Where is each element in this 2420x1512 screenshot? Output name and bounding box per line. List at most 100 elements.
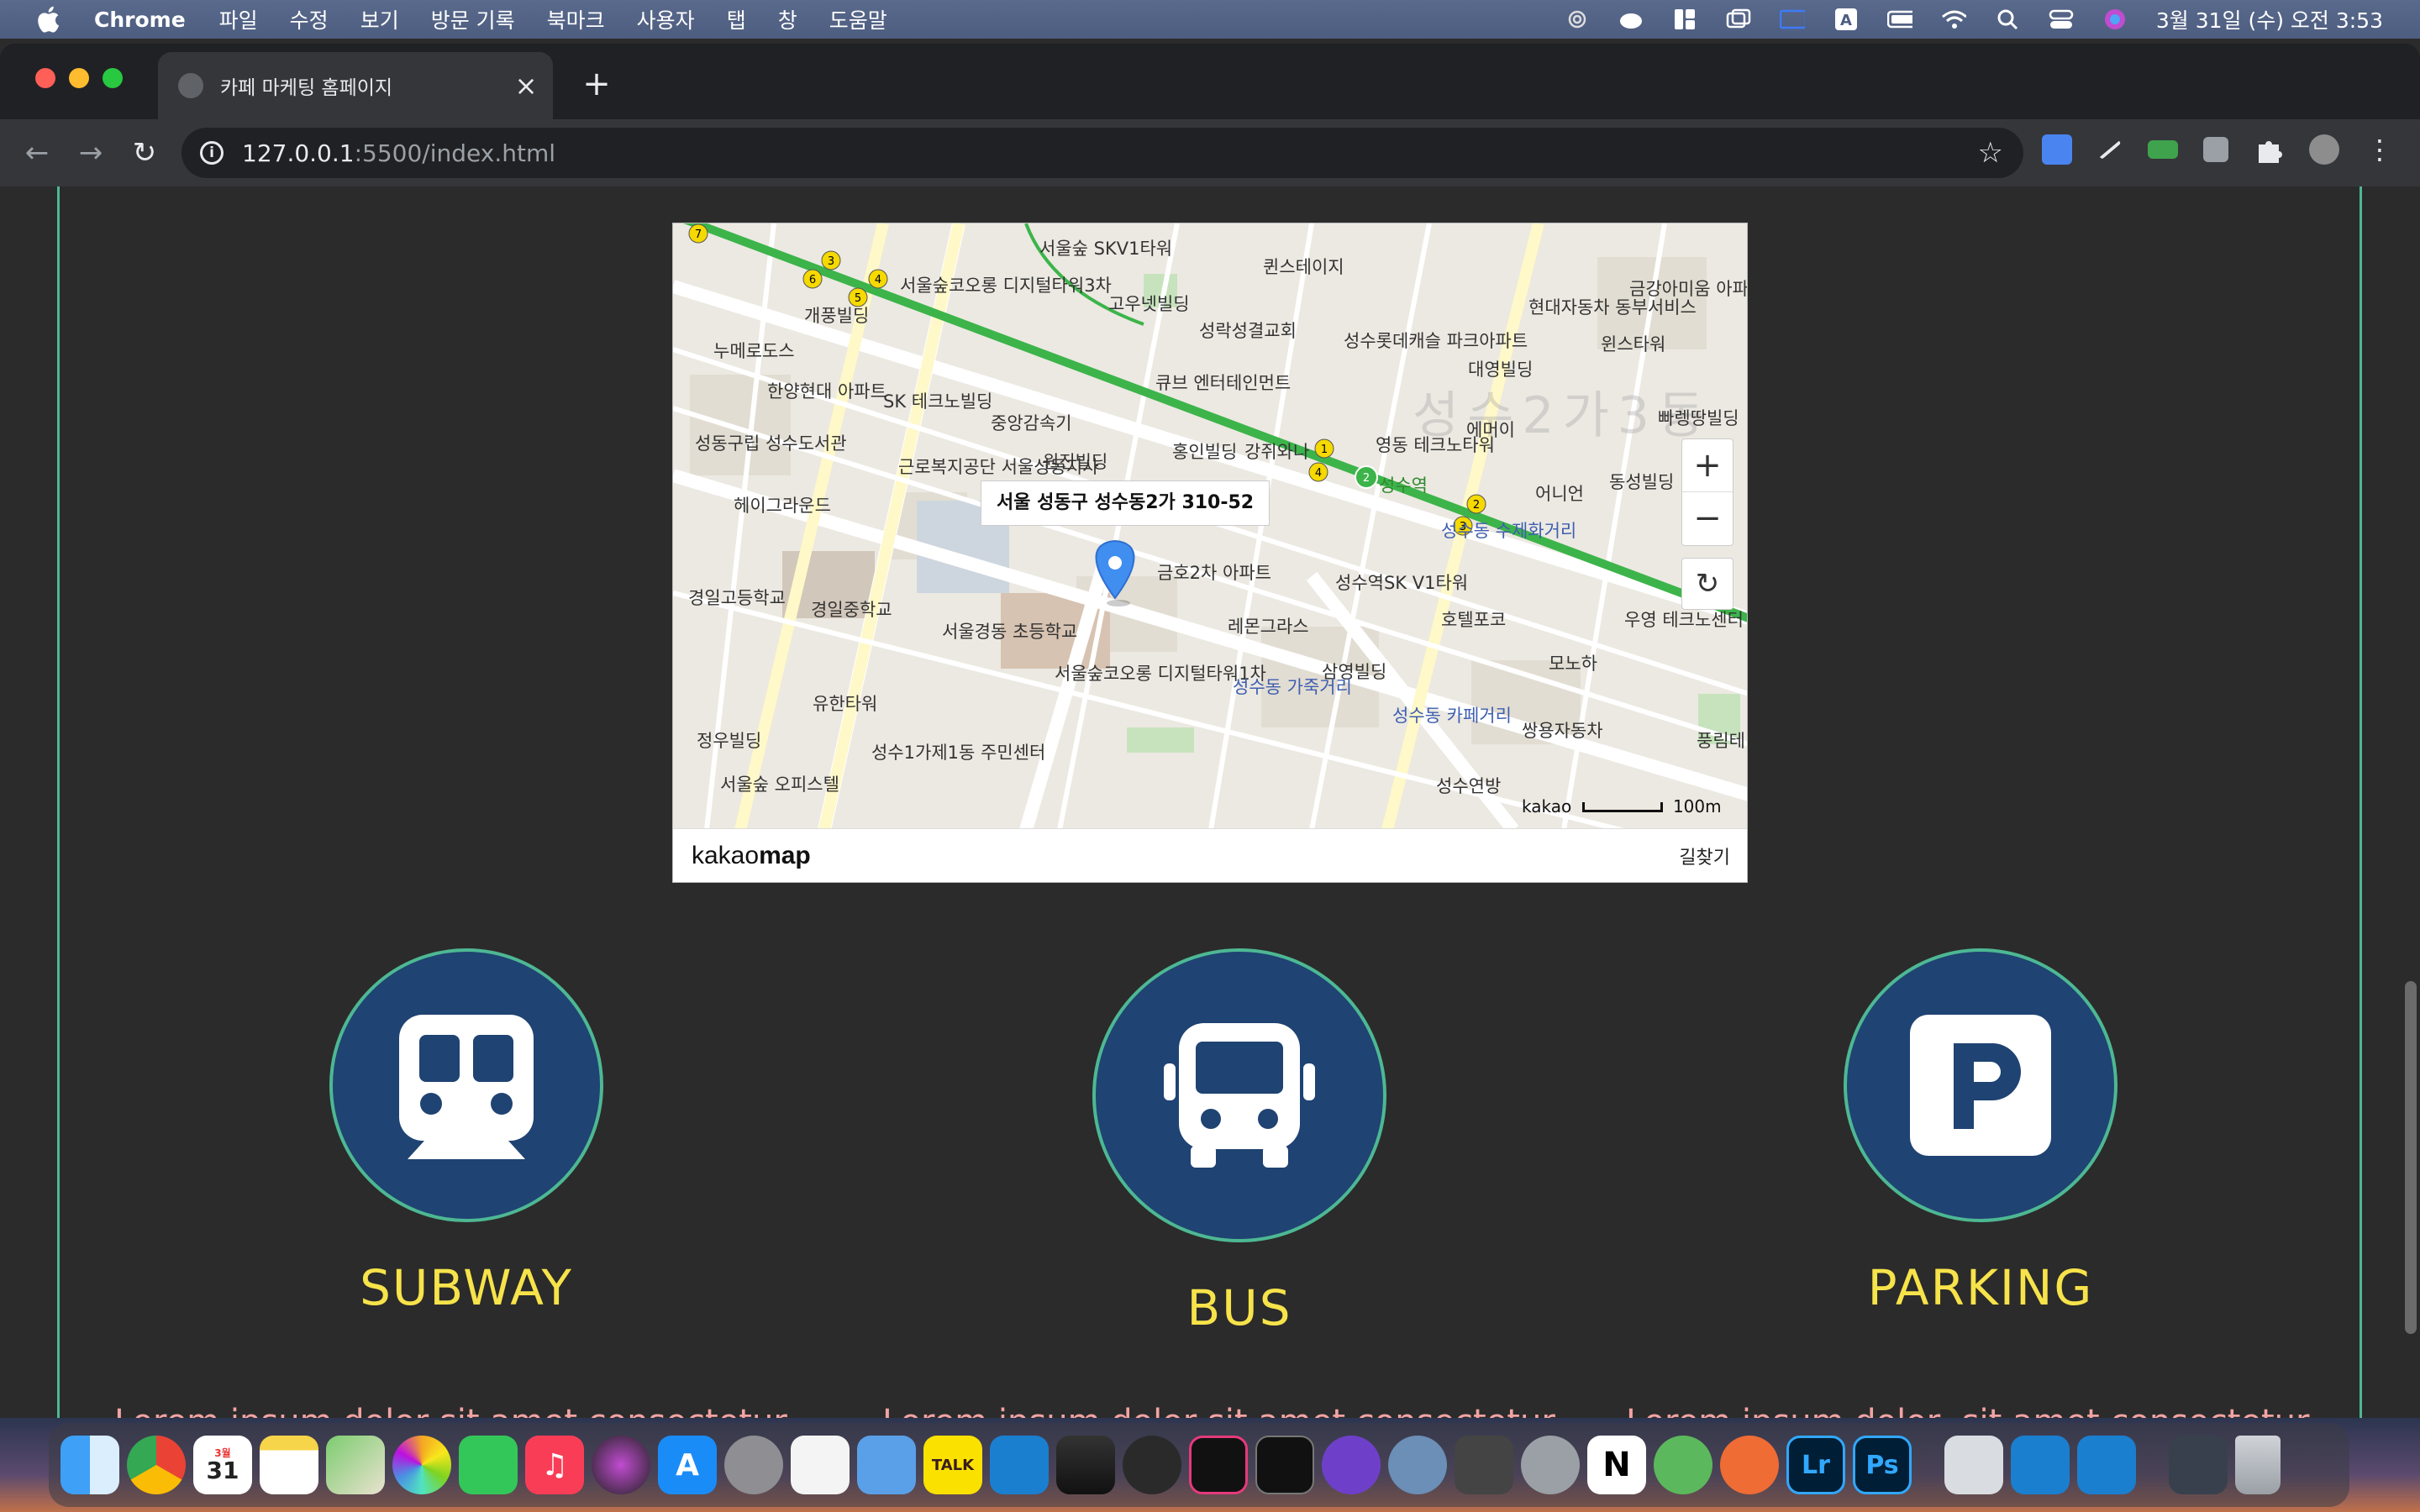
user-icon[interactable]	[1618, 8, 1644, 30]
control-center-icon[interactable]	[2049, 8, 2074, 30]
system-preferences-icon[interactable]	[724, 1436, 783, 1494]
chrome-menu-icon[interactable]: ⋮	[2365, 134, 2395, 165]
screen-mirror-icon[interactable]	[1726, 8, 1751, 30]
wifi-icon[interactable]	[1941, 8, 1966, 30]
zoom-out-button[interactable]: −	[1682, 492, 1733, 545]
puzzle-extensions-icon[interactable]	[2254, 134, 2284, 165]
url-host: 127.0.0.1	[242, 139, 355, 167]
calendar-icon[interactable]: 3월 31	[193, 1436, 252, 1494]
preview-icon[interactable]	[1944, 1436, 2003, 1494]
map-label: 성락성결교회	[1199, 321, 1297, 341]
page-scrollbar[interactable]	[2405, 981, 2417, 1334]
new-tab-button[interactable]: +	[580, 67, 613, 101]
siri-icon[interactable]	[592, 1436, 650, 1494]
chrome-icon[interactable]	[127, 1436, 186, 1494]
close-window-button[interactable]	[35, 68, 55, 88]
address-infowindow[interactable]: 서울 성동구 성수동2가 310-52	[981, 480, 1270, 526]
address-bar[interactable]: i 127.0.0.1 :5500/index.html ☆	[182, 128, 2023, 178]
feature-title-subway: SUBWAY	[360, 1259, 573, 1316]
minimize-window-button[interactable]	[69, 68, 89, 88]
map-label: 유한타워	[813, 694, 878, 714]
input-a-icon[interactable]: A	[1833, 8, 1859, 30]
lightroom-icon[interactable]: Lr	[1786, 1436, 1845, 1494]
davinci-icon[interactable]	[1123, 1436, 1181, 1494]
app-store-icon[interactable]: A	[658, 1436, 717, 1494]
photoshop-icon[interactable]: Ps	[1853, 1436, 1912, 1494]
notes-icon[interactable]	[260, 1436, 318, 1494]
kakao-map[interactable]: 7 6 3 4 5 1 4 2 2 3 성수2가3동 서울숲 SKV1타워 퀸스…	[672, 223, 1748, 883]
map-label: 원진빌딩	[1043, 452, 1108, 472]
safari-icon[interactable]	[1388, 1436, 1447, 1494]
cloud-icon[interactable]	[1565, 8, 1590, 30]
iterm-icon[interactable]	[1189, 1436, 1248, 1494]
menu-edit[interactable]: 수정	[290, 4, 329, 34]
kakaotalk-icon[interactable]: TALK	[923, 1436, 982, 1494]
photos-icon[interactable]	[392, 1436, 451, 1494]
widgets-icon[interactable]	[1672, 8, 1697, 30]
subway-icon-circle	[329, 948, 603, 1222]
menu-app-name[interactable]: Chrome	[94, 8, 186, 32]
site-info-icon[interactable]: i	[200, 141, 224, 165]
zoom-in-button[interactable]: +	[1682, 439, 1733, 492]
finder-window-icon[interactable]	[2169, 1436, 2228, 1494]
xcode-icon[interactable]	[1455, 1436, 1513, 1494]
profile-avatar[interactable]	[2309, 134, 2339, 165]
siri-icon[interactable]	[2102, 8, 2128, 30]
svg-text:6: 6	[809, 274, 816, 286]
map-label: 성수롯데캐슬 파크아파트	[1344, 331, 1528, 351]
map-reset-button[interactable]: ↻	[1681, 558, 1733, 610]
vscode-icon-3[interactable]	[2077, 1436, 2136, 1494]
facetime-icon[interactable]	[459, 1436, 518, 1494]
screen-extension-icon[interactable]	[2148, 140, 2178, 159]
parking-icon	[1910, 1015, 2051, 1156]
menu-bookmarks[interactable]: 북마크	[547, 4, 605, 34]
menu-view[interactable]: 보기	[360, 4, 399, 34]
map-label: 대영빌딩	[1468, 360, 1534, 380]
tab-cafe-marketing[interactable]: 카페 마케팅 홈페이지 ×	[158, 52, 553, 119]
menubar-clock[interactable]: 3월 31일 (수) 오전 3:53	[2156, 4, 2383, 34]
map-scale: kakao 100m	[1522, 796, 1722, 816]
apple-menu-icon[interactable]	[34, 3, 66, 35]
maps-icon[interactable]	[326, 1436, 385, 1494]
menu-window[interactable]: 창	[778, 4, 797, 34]
google-translate-icon[interactable]	[2042, 134, 2072, 165]
menu-help[interactable]: 도움말	[829, 4, 887, 34]
github-icon[interactable]	[1322, 1436, 1381, 1494]
vscode-icon[interactable]	[990, 1436, 1049, 1494]
music-icon[interactable]: ♫	[525, 1436, 584, 1494]
terminal-icon[interactable]	[1255, 1436, 1314, 1494]
browser-toolbar: ← → ↻ i 127.0.0.1 :5500/index.html ☆ ⋮	[0, 119, 2420, 186]
battery-icon[interactable]	[1886, 8, 1912, 30]
tab-close-icon[interactable]: ×	[509, 69, 543, 102]
map-label: 서울경동 초등학교	[942, 622, 1078, 642]
quicktime-icon[interactable]	[1521, 1436, 1580, 1494]
finder-icon[interactable]	[60, 1436, 119, 1494]
bookmark-star-icon[interactable]: ☆	[1978, 138, 2003, 168]
map-label: 성수1가제1동 주민센터	[871, 743, 1046, 763]
atom-icon[interactable]	[1654, 1436, 1712, 1494]
directions-link[interactable]: 길찾기	[1679, 843, 1730, 869]
map-label: 헤이그라운드	[734, 496, 831, 516]
back-arrow-icon[interactable]: ←	[20, 136, 54, 170]
menu-history[interactable]: 방문 기록	[431, 4, 515, 34]
vscode-icon-2[interactable]	[2011, 1436, 2070, 1494]
map-label: 퀸스테이지	[1263, 257, 1344, 277]
menu-tab[interactable]: 탭	[727, 4, 746, 34]
text-extension-icon[interactable]	[2203, 137, 2228, 162]
forward-arrow-icon[interactable]: →	[74, 136, 108, 170]
reload-icon[interactable]: ↻	[128, 136, 161, 170]
textedit-icon[interactable]	[791, 1436, 850, 1494]
search-icon[interactable]	[1995, 8, 2020, 30]
notion-icon[interactable]: N	[1587, 1436, 1646, 1494]
fullscreen-window-button[interactable]	[103, 68, 123, 88]
kakaomap-logo[interactable]: kakaomap	[692, 842, 811, 870]
pen-extension-icon[interactable]	[2098, 139, 2122, 160]
trash-icon[interactable]	[2235, 1436, 2281, 1494]
files-icon[interactable]	[857, 1436, 916, 1494]
menu-file[interactable]: 파일	[219, 4, 258, 34]
menu-profiles[interactable]: 사용자	[637, 4, 695, 34]
map-label: 강쥐와나	[1244, 442, 1310, 462]
postman-icon[interactable]	[1720, 1436, 1779, 1494]
final-cut-icon[interactable]	[1056, 1436, 1115, 1494]
display-icon[interactable]	[1779, 8, 1805, 30]
